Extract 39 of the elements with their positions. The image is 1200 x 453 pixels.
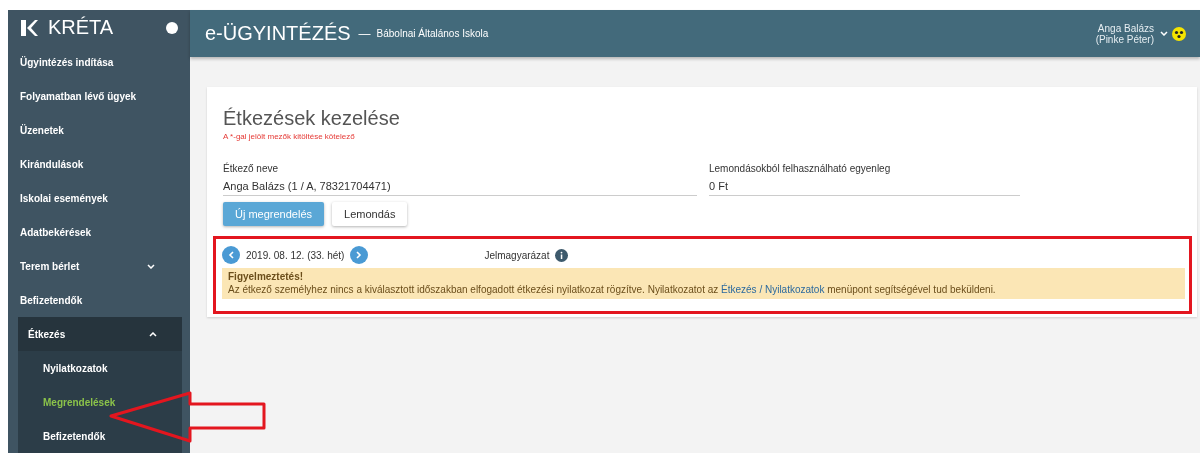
next-button[interactable] xyxy=(350,246,369,264)
sidebar-group[interactable]: Étkezés xyxy=(18,317,182,351)
user-subtitle: (Pinke Péter) xyxy=(1095,33,1154,45)
week-date: 2019. 08. 12. (33. hét) xyxy=(246,249,345,261)
chevron-right-icon xyxy=(356,251,363,259)
legend-link[interactable]: Jelmagyarázat xyxy=(484,249,550,261)
school-name: Bábolnai Általános Iskola xyxy=(376,28,490,39)
sidebar-item[interactable]: Adatbekérések xyxy=(8,215,190,249)
alert-link[interactable]: Étkezés / Nyilatkozatok xyxy=(721,284,825,295)
cancel-button[interactable]: Lemondás xyxy=(332,202,408,226)
accessibility-icon[interactable] xyxy=(1172,26,1186,41)
alert-message: Az étkező személyhez nincs a kiválasztott időszakban elfogadott étkezési nyilatkozat rögzítve. Nyilatkozatot az Étkezés / Nyilatkozatok menüpont segítségével tud beküldeni. xyxy=(228,284,997,295)
logo-text: KRÉTA xyxy=(48,16,115,39)
info-icon[interactable] xyxy=(555,248,569,262)
page-title: Étkezések kezelése xyxy=(223,107,401,130)
chevron-up-icon xyxy=(149,331,157,337)
user-name[interactable]: Anga Balázs xyxy=(1097,22,1154,34)
previous-button[interactable] xyxy=(222,246,240,264)
sidebar-subitem[interactable]: Megrendelések xyxy=(18,385,182,419)
sidebar-item[interactable]: Üzenetek xyxy=(8,113,190,147)
alert-title: Figyelmeztetés! xyxy=(228,271,305,282)
sidebar-item[interactable]: Iskolai események xyxy=(8,181,190,215)
dot-icon[interactable] xyxy=(166,21,178,34)
title-separator: — xyxy=(358,26,371,41)
app-title: e-ÜGYINTÉZÉS xyxy=(205,22,351,45)
sidebar-group[interactable]: Terem bérlet xyxy=(8,249,190,283)
input-field[interactable]: Étkező neve Anga Balázs (1 / A, 78321704471) xyxy=(223,163,697,196)
sidebar-subitem[interactable]: Nyilatkozatok xyxy=(18,351,182,385)
chevron-down-icon[interactable] xyxy=(1160,31,1168,36)
sidebar-item[interactable]: Folyamatban lévő ügyek xyxy=(8,79,190,113)
sidebar-item[interactable]: Befizetendők xyxy=(8,283,190,317)
sidebar-item[interactable]: Kirándulások xyxy=(8,147,190,181)
input-field[interactable]: Lemondásokból felhasználható egyenleg 0 Ft xyxy=(709,163,1020,196)
logo-icon xyxy=(20,18,38,37)
chevron-down-icon xyxy=(147,263,155,269)
sidebar-item[interactable]: Ügyintézés indítása xyxy=(8,45,190,79)
chevron-left-icon xyxy=(228,251,234,259)
sidebar-subitem[interactable]: Befizetendők xyxy=(18,419,182,453)
required-note: A *-gal jelölt mezők kitöltése kötelező xyxy=(223,132,356,141)
